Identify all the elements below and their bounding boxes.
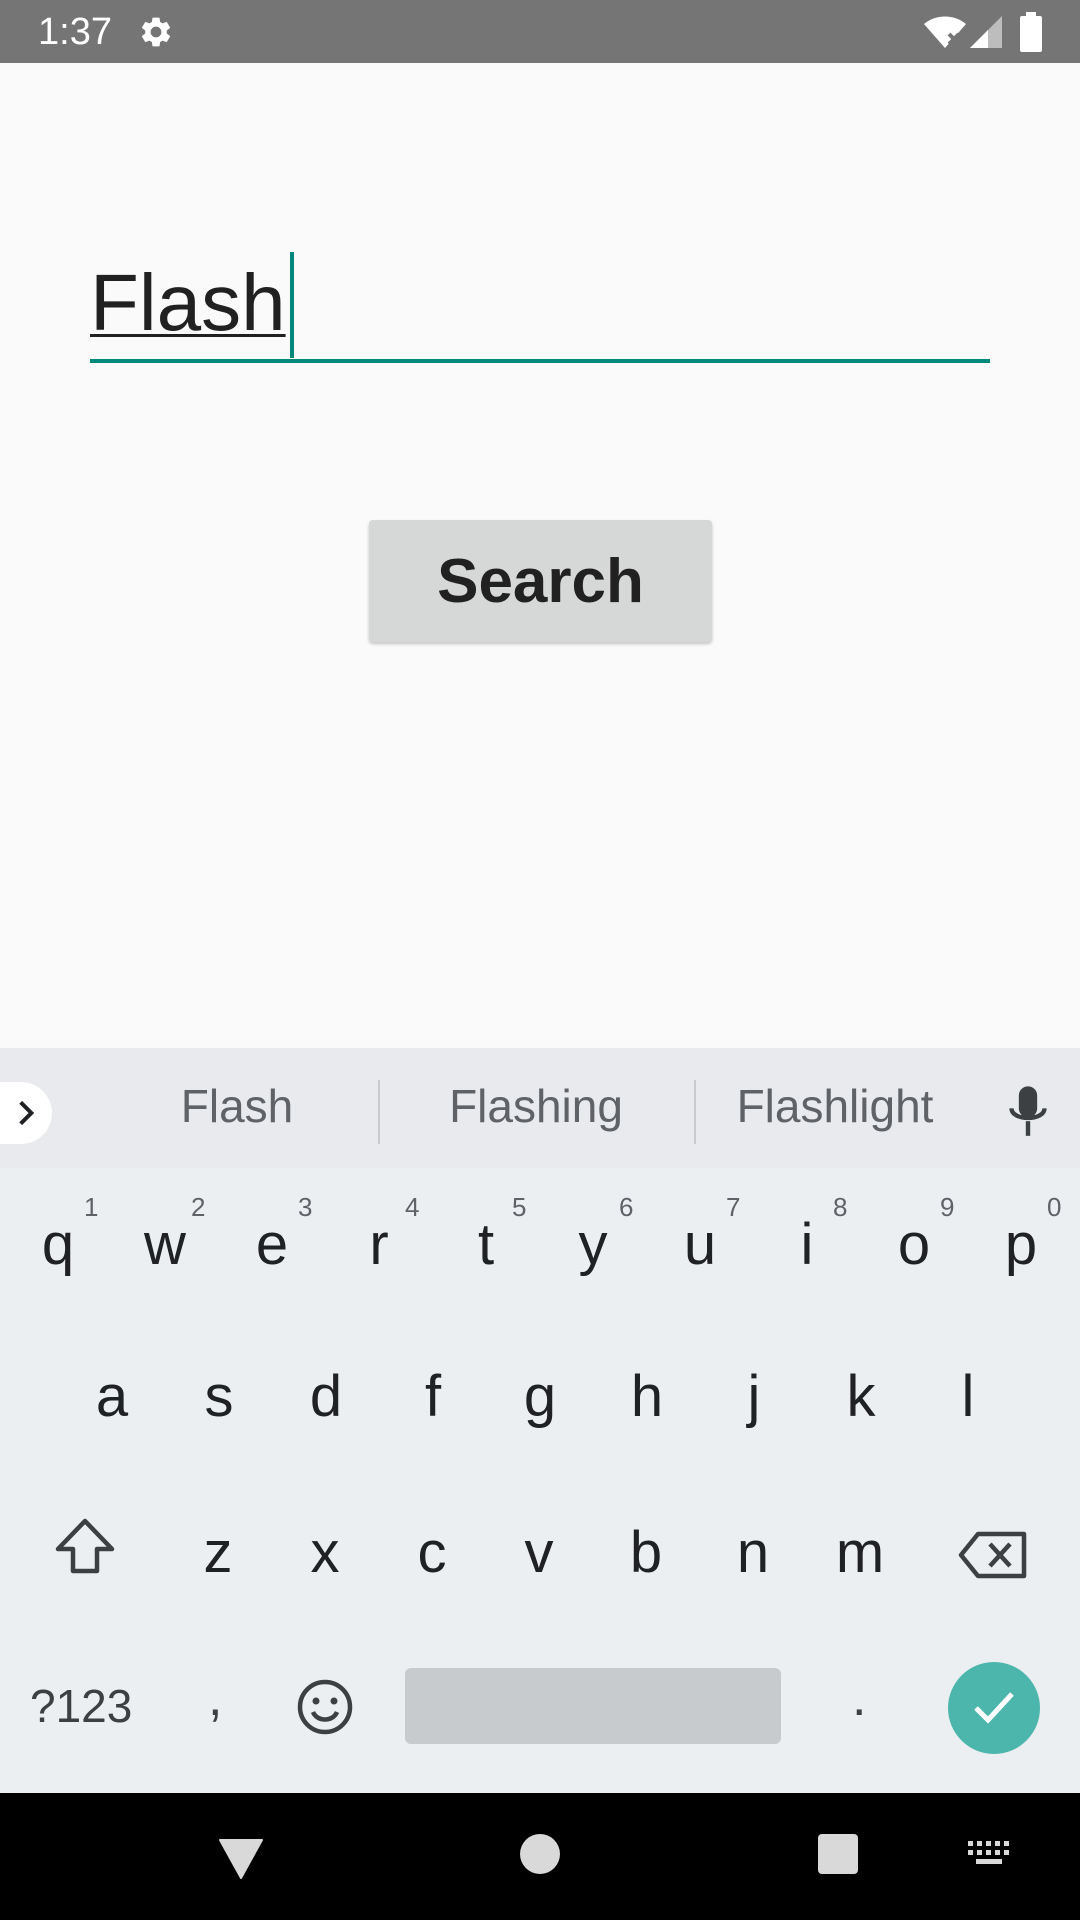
key-hint-8: 8 — [833, 1192, 848, 1222]
chevron-right-icon — [19, 1100, 35, 1126]
key-hint-7: 7 — [726, 1192, 741, 1222]
suggestion-item[interactable]: Flashing — [420, 1078, 652, 1134]
key-s[interactable]: s — [179, 1362, 259, 1432]
back-icon[interactable] — [218, 1838, 264, 1885]
key-hint-3: 3 — [298, 1192, 313, 1222]
space-key[interactable] — [405, 1668, 781, 1744]
comma-key[interactable]: , — [208, 1668, 222, 1728]
key-c[interactable]: c — [392, 1518, 472, 1588]
key-h[interactable]: h — [607, 1362, 687, 1432]
status-time: 1:37 — [38, 11, 112, 53]
emoji-icon — [297, 1679, 353, 1735]
period-key[interactable]: . — [852, 1668, 866, 1728]
emoji-key[interactable] — [296, 1678, 354, 1736]
backspace-key[interactable] — [958, 1530, 1028, 1580]
suggestion-bar: Flash Flashing Flashlight — [0, 1048, 1080, 1168]
search-field-underline — [90, 359, 990, 363]
key-z[interactable]: z — [178, 1518, 258, 1588]
keyboard-switch-icon[interactable] — [968, 1841, 1010, 1874]
key-d[interactable]: d — [286, 1362, 366, 1432]
key-k[interactable]: k — [821, 1362, 901, 1432]
backspace-icon — [958, 1531, 1027, 1579]
gear-icon — [138, 14, 174, 50]
key-n[interactable]: n — [713, 1518, 793, 1588]
microphone-icon[interactable] — [1006, 1084, 1050, 1140]
search-text-value[interactable]: Flash — [90, 248, 286, 358]
key-hint-2: 2 — [191, 1192, 206, 1222]
navigation-bar — [0, 1793, 1080, 1920]
shift-icon — [55, 1518, 115, 1574]
suggestion-divider — [694, 1080, 696, 1144]
key-g[interactable]: g — [500, 1362, 580, 1432]
key-f[interactable]: f — [393, 1362, 473, 1432]
checkmark-icon — [974, 1692, 1014, 1724]
suggestion-item[interactable]: Flashlight — [720, 1078, 950, 1134]
wifi-icon — [922, 14, 968, 50]
suggestion-divider — [378, 1080, 380, 1144]
symbols-key[interactable]: ?123 — [30, 1678, 132, 1734]
key-v[interactable]: v — [499, 1518, 579, 1588]
key-hint-9: 9 — [940, 1192, 955, 1222]
expand-toolbar-button[interactable] — [0, 1082, 52, 1144]
key-hint-5: 5 — [512, 1192, 527, 1222]
search-text-field[interactable]: Flash — [90, 248, 990, 363]
shift-key[interactable] — [52, 1515, 118, 1577]
text-caret — [288, 248, 294, 358]
key-hint-6: 6 — [619, 1192, 634, 1222]
main-content: Flash Search — [0, 63, 1080, 1048]
signal-icon — [968, 14, 1004, 50]
key-m[interactable]: m — [820, 1518, 900, 1588]
recents-icon[interactable] — [818, 1834, 858, 1874]
status-bar: 1:37 — [0, 0, 1080, 63]
battery-icon — [1020, 12, 1042, 52]
key-j[interactable]: j — [714, 1362, 794, 1432]
key-hint-1: 1 — [84, 1192, 99, 1222]
key-a[interactable]: a — [72, 1362, 152, 1432]
key-hint-4: 4 — [405, 1192, 420, 1222]
key-b[interactable]: b — [606, 1518, 686, 1588]
suggestion-item[interactable]: Flash — [130, 1078, 344, 1134]
enter-key[interactable] — [948, 1662, 1040, 1754]
key-l[interactable]: l — [928, 1362, 1008, 1432]
search-button[interactable]: Search — [369, 520, 712, 642]
key-x[interactable]: x — [285, 1518, 365, 1588]
key-hint-0: 0 — [1047, 1192, 1062, 1222]
home-icon[interactable] — [520, 1834, 560, 1874]
